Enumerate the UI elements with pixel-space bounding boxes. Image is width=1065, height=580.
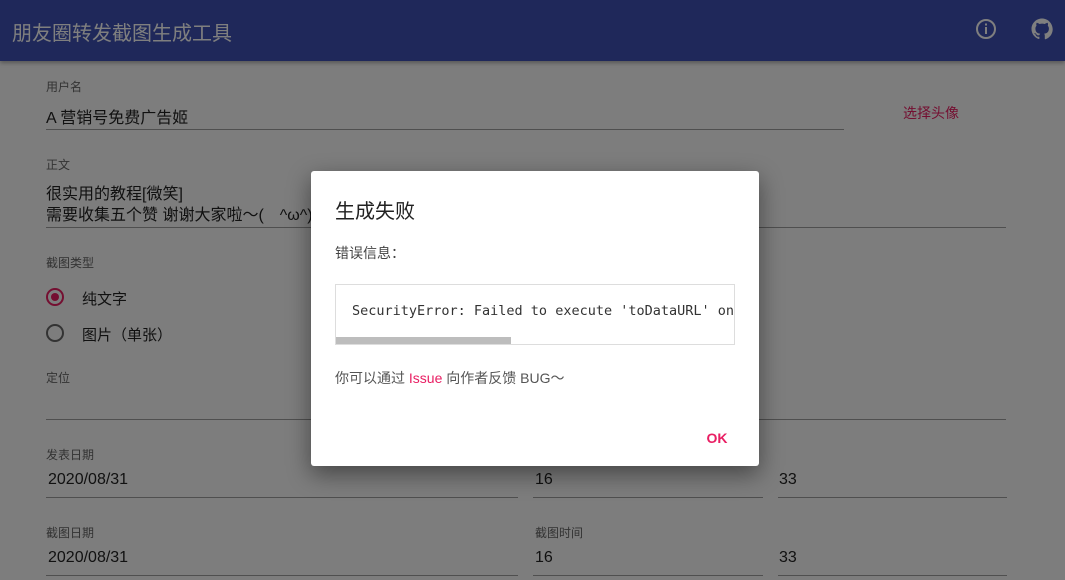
dialog-title: 生成失败 bbox=[335, 201, 415, 223]
issue-link[interactable]: Issue bbox=[409, 370, 442, 386]
ok-button[interactable]: OK bbox=[697, 426, 737, 450]
error-info-label: 错误信息： bbox=[335, 245, 405, 261]
error-message-box[interactable]: SecurityError: Failed to execute 'toData… bbox=[335, 284, 735, 345]
feedback-tip: 你可以通过 Issue 向作者反馈 BUG～ bbox=[335, 368, 564, 388]
error-dialog: 生成失败 错误信息： SecurityError: Failed to exec… bbox=[311, 171, 759, 466]
horizontal-scrollbar[interactable] bbox=[336, 337, 511, 344]
error-message-text: SecurityError: Failed to execute 'toData… bbox=[352, 303, 735, 319]
feedback-tip-prefix: 你可以通过 bbox=[335, 370, 405, 386]
feedback-tip-suffix: 向作者反馈 BUG～ bbox=[446, 370, 565, 386]
